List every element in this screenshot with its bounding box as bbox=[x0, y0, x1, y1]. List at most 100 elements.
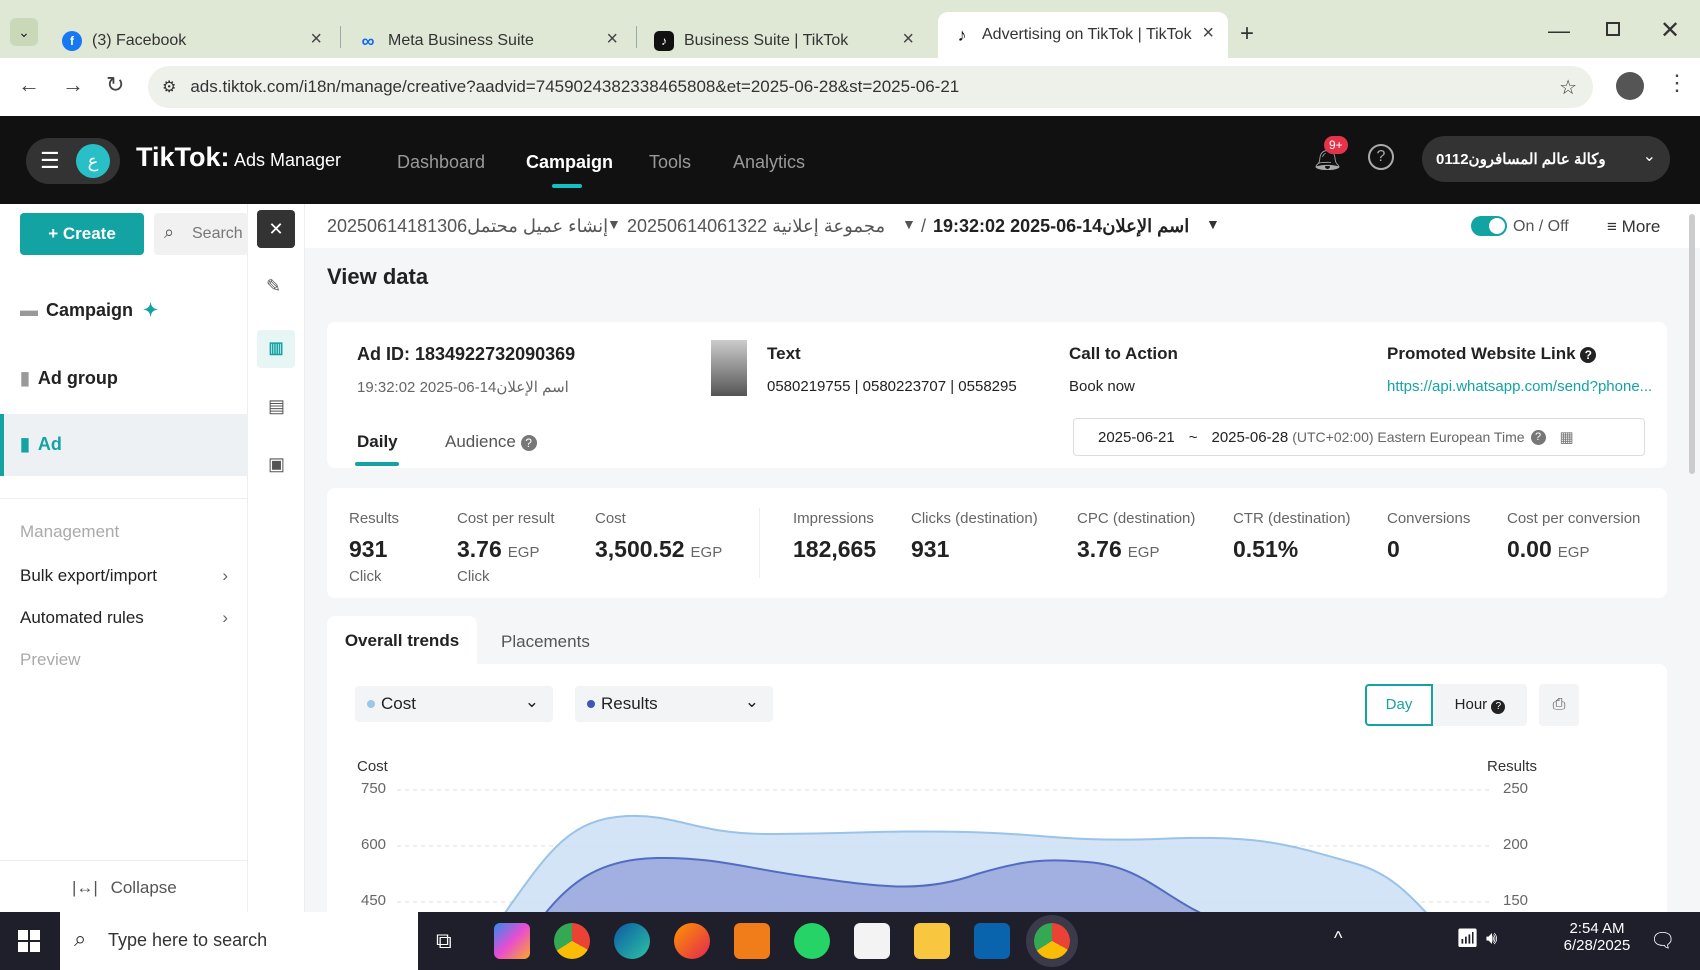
breadcrumb-sep: / bbox=[921, 216, 927, 236]
tab-audience[interactable]: Audience ? bbox=[445, 432, 537, 452]
back-icon[interactable]: ← bbox=[18, 72, 40, 98]
image-icon[interactable]: ▣ bbox=[268, 454, 285, 475]
caret-down-icon[interactable]: ▼ bbox=[607, 216, 621, 232]
bookmark-star-icon[interactable]: ☆ bbox=[1559, 75, 1577, 100]
divider bbox=[0, 498, 248, 499]
breadcrumb-ad[interactable]: اسم الإعلان14-06-2025 19:32:02 bbox=[933, 216, 1189, 237]
detail-icon-rail: ✕ ✎ ▥ ▤ ▣ bbox=[248, 204, 305, 912]
preview-link[interactable]: Preview bbox=[20, 650, 80, 670]
creative-thumbnail[interactable] bbox=[711, 340, 747, 396]
create-button[interactable]: + Create bbox=[20, 213, 144, 255]
text-heading: Text bbox=[767, 344, 801, 363]
sidebar-item-ad[interactable]: ▮ Ad bbox=[20, 434, 62, 455]
close-panel-button[interactable]: ✕ bbox=[257, 210, 295, 248]
main-panel: إنشاء عميل محتمل20250614181306 ▼ مجموعة … bbox=[305, 204, 1700, 924]
app-header: ☰ ع TikTok: Ads Manager Dashboard Campai… bbox=[0, 116, 1700, 204]
close-icon[interactable]: × bbox=[606, 28, 618, 51]
site-settings-icon[interactable]: ⚙ bbox=[162, 77, 176, 97]
task-view-icon[interactable]: ⧉ bbox=[436, 928, 452, 954]
list-icon: ≡ bbox=[1607, 217, 1617, 236]
close-icon[interactable]: × bbox=[310, 28, 322, 51]
divider bbox=[0, 860, 248, 861]
scrollbar[interactable] bbox=[1689, 214, 1695, 474]
trend-chart bbox=[397, 789, 1493, 924]
automated-rules[interactable]: Automated rules › bbox=[20, 608, 228, 628]
sidebar-item-adgroup[interactable]: ▮ Ad group bbox=[20, 368, 118, 389]
close-icon[interactable]: × bbox=[902, 28, 914, 51]
breadcrumb-adgroup[interactable]: مجموعة إعلانية 20250614061322 bbox=[627, 216, 885, 237]
windows-start-icon[interactable] bbox=[18, 930, 40, 952]
search-icon: ⌕ bbox=[74, 926, 87, 951]
breadcrumb-campaign[interactable]: إنشاء عميل محتمل20250614181306 bbox=[327, 216, 608, 237]
tab-overall-trends[interactable]: Overall trends bbox=[327, 616, 477, 666]
help-icon[interactable]: ? bbox=[1580, 347, 1597, 363]
network-icon[interactable]: 📶︎ bbox=[1456, 928, 1479, 949]
address-bar-row: ← → ↻ ⚙ ads.tiktok.com/i18n/manage/creat… bbox=[0, 58, 1700, 116]
outlook-icon[interactable] bbox=[974, 923, 1010, 959]
restore-button[interactable] bbox=[1606, 22, 1620, 36]
collapse-icon: |↔| bbox=[72, 878, 98, 897]
window-close-button[interactable]: ✕ bbox=[1660, 16, 1680, 45]
whatsapp-icon[interactable] bbox=[794, 923, 830, 959]
account-selector[interactable]: وكالة عالم المسافرون0112 ⌄ bbox=[1422, 136, 1670, 182]
nav-campaign[interactable]: Campaign bbox=[526, 152, 613, 173]
hamburger-icon: ☰ bbox=[40, 148, 60, 173]
chevron-down-icon: ⌄ bbox=[1642, 148, 1656, 165]
menu-toggle[interactable]: ☰ ع bbox=[26, 138, 120, 184]
store-icon[interactable] bbox=[854, 923, 890, 959]
chrome-active-icon[interactable] bbox=[1034, 923, 1070, 959]
on-off-toggle[interactable] bbox=[1471, 216, 1507, 236]
calendar-icon: ▦ bbox=[1559, 429, 1574, 446]
ad-icon: ▮ bbox=[20, 434, 30, 454]
document-icon[interactable]: ▤ bbox=[268, 396, 285, 417]
copilot-icon[interactable] bbox=[494, 923, 530, 959]
edit-icon[interactable]: ✎ bbox=[266, 276, 281, 297]
tab-placements[interactable]: Placements bbox=[501, 632, 590, 652]
chrome-icon[interactable] bbox=[554, 923, 590, 959]
taskbar-search[interactable]: ⌕ Type here to search bbox=[60, 912, 418, 970]
windows-taskbar: ⌕ Type here to search ⧉ ^ 📶︎ 🔊︎ 2:54 AM … bbox=[0, 912, 1700, 970]
collapse-button[interactable]: |↔| Collapse bbox=[72, 878, 177, 898]
chevron-right-icon: › bbox=[222, 608, 228, 627]
reload-icon[interactable]: ↻ bbox=[106, 72, 124, 98]
caret-down-icon[interactable]: ▼ bbox=[1206, 216, 1220, 232]
sidebar-item-campaign[interactable]: ▬ Campaign ✦ bbox=[20, 300, 158, 321]
nav-tools[interactable]: Tools bbox=[649, 152, 691, 173]
add-icon[interactable]: ✦ bbox=[143, 300, 158, 321]
help-icon[interactable]: ? bbox=[1368, 144, 1394, 170]
help-icon: ? bbox=[520, 435, 537, 451]
date-range-picker[interactable]: 2025-06-21 ~ 2025-06-28 (UTC+02:00) East… bbox=[1073, 418, 1645, 456]
tab-search-button[interactable]: ⌄ bbox=[10, 18, 38, 46]
minimize-button[interactable]: — bbox=[1548, 18, 1570, 44]
ad-id: Ad ID: 1834922732090369 bbox=[357, 344, 576, 364]
notification-center-icon[interactable]: 🗨︎ bbox=[1650, 928, 1675, 953]
chart-view-icon[interactable]: ▥ bbox=[257, 330, 295, 368]
text-value: 0580219755 | 0580223707 | 0558295 bbox=[767, 378, 1017, 395]
app-icon[interactable] bbox=[734, 923, 770, 959]
volume-icon[interactable]: 🔊︎ bbox=[1486, 928, 1497, 949]
ad-info-card: Ad ID: 1834922732090369 اسم الإعلان14-06… bbox=[327, 322, 1667, 468]
url-field[interactable]: ⚙ ads.tiktok.com/i18n/manage/creative?aa… bbox=[148, 66, 1593, 108]
browser-menu-icon[interactable]: ⋮ bbox=[1666, 70, 1688, 96]
search-box[interactable]: ⌕ Search bbox=[154, 213, 248, 255]
caret-down-icon[interactable]: ▼ bbox=[902, 216, 916, 232]
promoted-link[interactable]: https://api.whatsapp.com/send?phone... bbox=[1387, 378, 1659, 395]
file-explorer-icon[interactable] bbox=[914, 923, 950, 959]
tab-daily[interactable]: Daily bbox=[357, 432, 398, 452]
metric-divider bbox=[759, 508, 760, 578]
browser-tab-strip: ⌄ f (3) Facebook × ∞ Meta Business Suite… bbox=[0, 0, 1700, 66]
tab-advertising-tiktok[interactable]: ♪ Advertising on TikTok | TikTok A × bbox=[938, 12, 1228, 58]
new-tab-button[interactable]: + bbox=[1240, 20, 1254, 48]
bulk-export-import[interactable]: Bulk export/import › bbox=[20, 566, 228, 586]
nav-dashboard[interactable]: Dashboard bbox=[397, 152, 485, 173]
close-icon[interactable]: × bbox=[1202, 22, 1214, 45]
nav-analytics[interactable]: Analytics bbox=[733, 152, 805, 173]
forward-icon[interactable]: → bbox=[62, 72, 84, 98]
firefox-icon[interactable] bbox=[674, 923, 710, 959]
more-menu[interactable]: ≡ More bbox=[1607, 217, 1660, 237]
edge-icon[interactable] bbox=[614, 923, 650, 959]
tray-chevron-icon[interactable]: ^ bbox=[1334, 928, 1342, 949]
avatar: ع bbox=[76, 144, 110, 178]
clock[interactable]: 2:54 AM 6/28/2025 bbox=[1560, 920, 1634, 954]
profile-avatar[interactable] bbox=[1616, 72, 1644, 100]
